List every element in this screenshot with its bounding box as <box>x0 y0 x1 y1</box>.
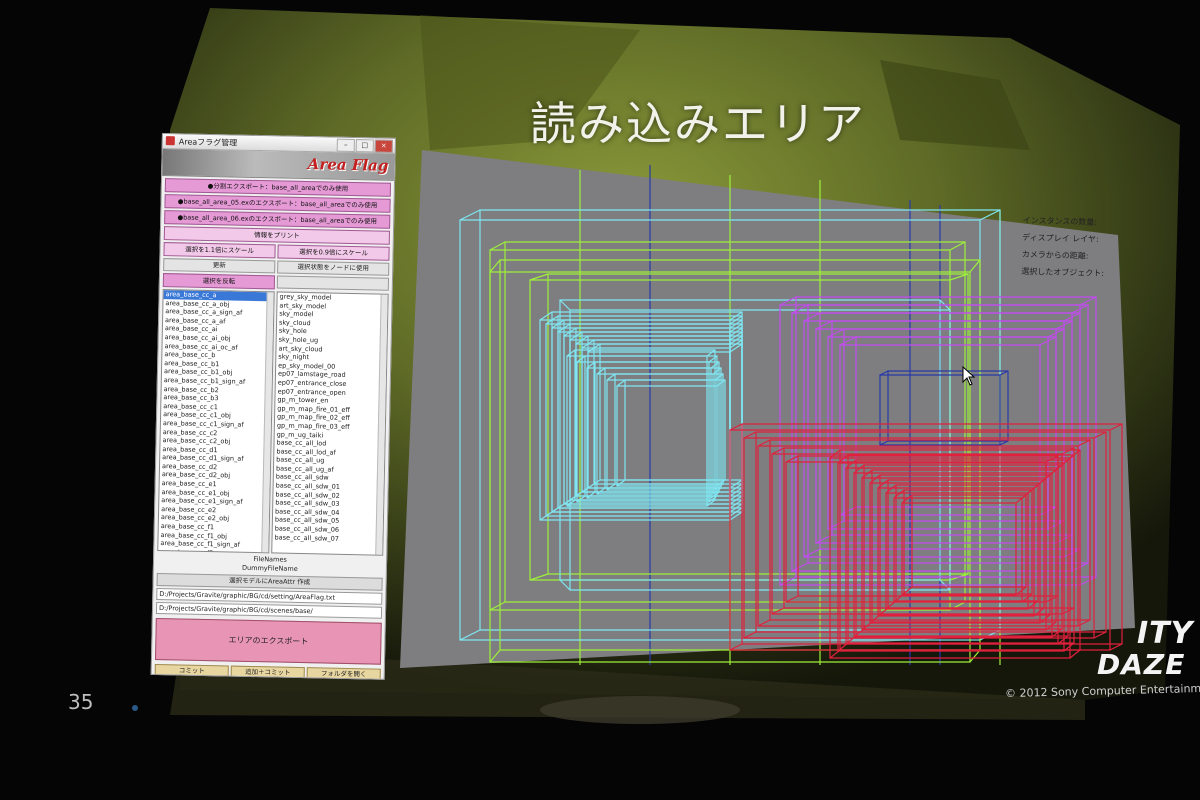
scale-down-button[interactable]: 選択を0.9倍にスケール <box>277 244 390 261</box>
update-button[interactable]: 更新 <box>163 258 276 274</box>
overlay-selected-object: 選択したオブジェクト: <box>1021 266 1105 279</box>
viewport-overlay: インスタンスの数量: ディスプレイ レイヤ: カメラからの距離: 選択したオブジ… <box>1021 212 1105 282</box>
export-area-button[interactable]: エリアのエクスポート <box>154 617 382 665</box>
close-button[interactable]: × <box>374 139 393 153</box>
node-list[interactable]: grey_sky_model art_sky_model sky_model sky_… <box>271 291 389 556</box>
area-flag-logo: Area Flag <box>307 155 389 175</box>
maximize-button[interactable]: □ <box>355 139 374 153</box>
slide-dot <box>132 705 138 711</box>
tool-title: Areaフラグ管理 <box>178 137 238 148</box>
game-logo-line1: ITY <box>1137 616 1194 651</box>
list-item[interactable]: base_cc_all_sdw_07 <box>272 533 382 544</box>
app-icon <box>165 136 175 146</box>
minimize-button[interactable]: – <box>336 138 355 153</box>
apply-to-node-button[interactable]: 選択状態をノードに使用 <box>277 260 390 276</box>
scale-up-button[interactable]: 選択を1.1倍にスケール <box>163 242 276 259</box>
tool-banner: Area Flag <box>162 149 395 181</box>
slide-title: 読み込みエリア <box>530 97 866 151</box>
area-list[interactable]: area_base_cc_a area_base_cc_a_obj area_bas… <box>157 289 275 554</box>
scenes-path-field[interactable]: D:/Projects/Gravite/graphic/BG/cd/scenes… <box>155 601 383 619</box>
game-logo-line2: DAZE <box>1097 648 1186 681</box>
overlay-display-layer: ディスプレイ レイヤ: <box>1022 232 1099 244</box>
invert-selection-button[interactable]: 選択を反転 <box>162 273 276 290</box>
game-logo: ITY DAZE <box>1075 612 1195 682</box>
mouse-cursor-icon <box>962 366 976 386</box>
stage: 読み込みエリア Areaフラグ管理 – □ × Area Flag ●分割エクス… <box>0 0 1200 800</box>
slide-number: 35 <box>68 690 94 714</box>
area-flag-tool-window: Areaフラグ管理 – □ × Area Flag ●分割エクスポート：base… <box>150 133 396 680</box>
overlay-instance-count: インスタンスの数量: <box>1022 215 1098 227</box>
list-header-right <box>276 275 390 291</box>
open-folder-button[interactable]: フォルダを開く <box>306 667 381 680</box>
overlay-camera-distance: カメラからの距離: <box>1021 249 1089 261</box>
